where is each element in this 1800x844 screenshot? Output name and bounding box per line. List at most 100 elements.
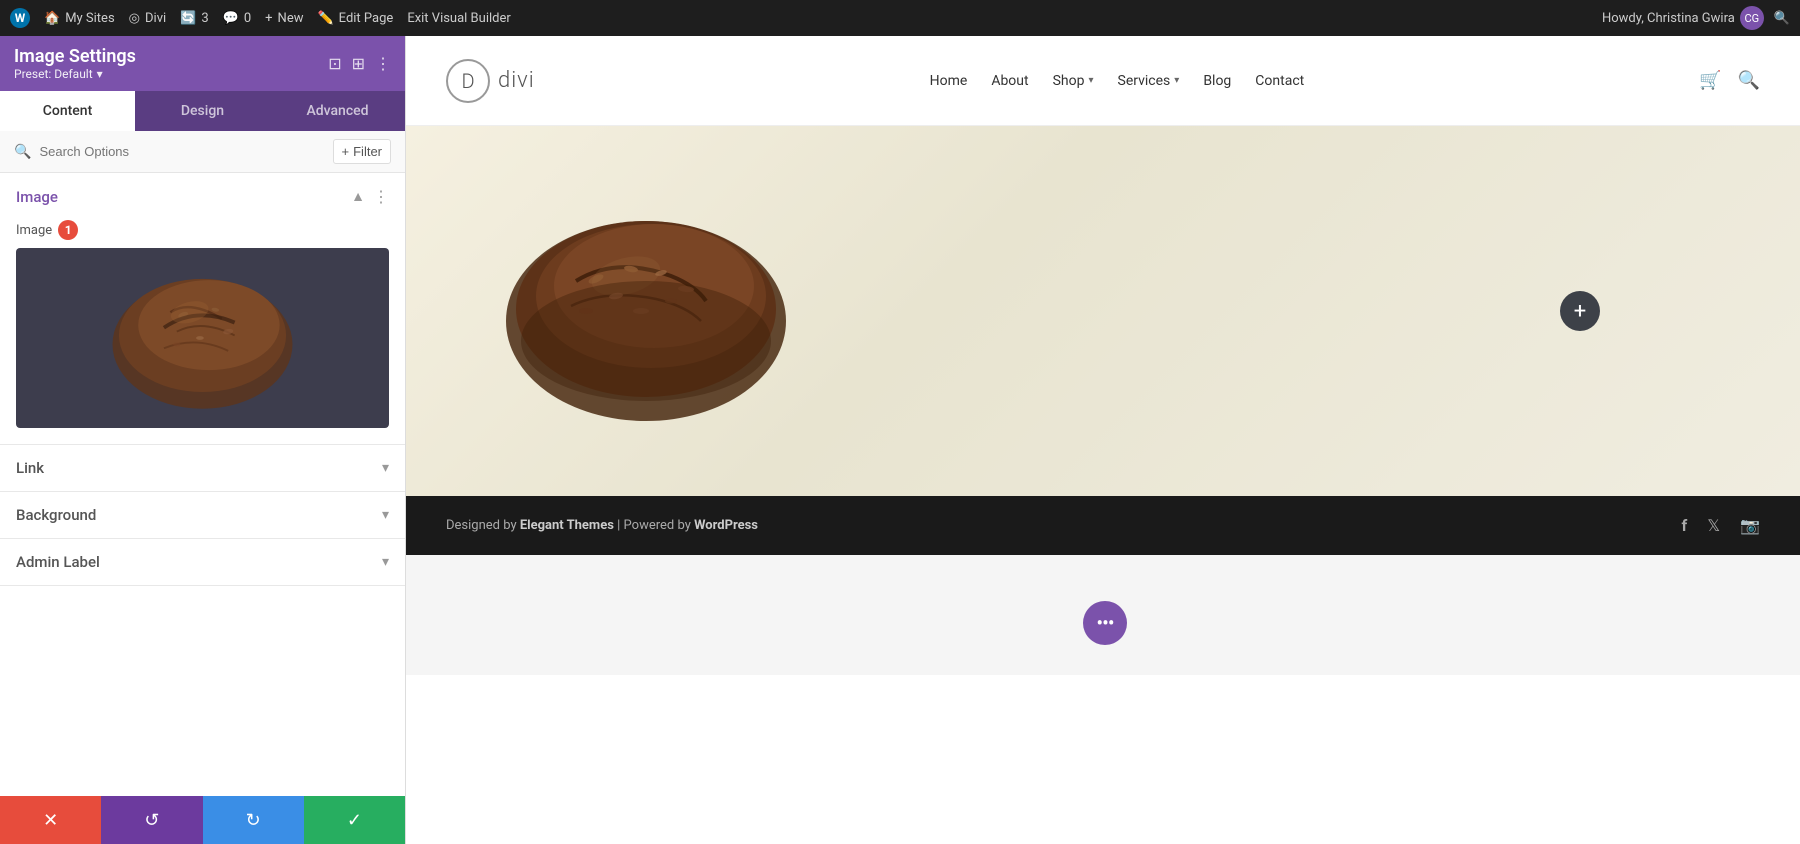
cancel-icon: ✕: [43, 810, 58, 831]
filter-label: Filter: [353, 144, 382, 159]
nav-utility-icons: 🛒 🔍: [1699, 70, 1760, 91]
refresh-btn[interactable]: 🔄 3: [180, 11, 209, 26]
panel-header: Image Settings Preset: Default ▾ ⊡ ⊞ ⋮: [0, 36, 405, 91]
below-footer-area: •••: [406, 555, 1800, 675]
tab-design-label: Design: [181, 103, 224, 119]
edit-page-btn[interactable]: ✏️ Edit Page: [317, 11, 393, 26]
redo-button[interactable]: ↻: [203, 796, 304, 844]
footer-credit: Designed by Elegant Themes | Powered by …: [446, 518, 758, 533]
nav-services-label: Services: [1118, 73, 1171, 89]
filter-button[interactable]: + Filter: [333, 139, 391, 164]
site-preview: D divi Home About Shop ▾ Services ▾: [406, 36, 1800, 844]
admin-label-section-header[interactable]: Admin Label ▾: [0, 539, 405, 585]
more-options-icon[interactable]: ⋮: [375, 54, 391, 73]
minimize-icon[interactable]: ⊡: [328, 54, 341, 73]
nav-item-contact[interactable]: Contact: [1255, 73, 1304, 89]
image-label-text: Image: [16, 223, 52, 238]
avatar: CG: [1740, 6, 1764, 30]
shop-dropdown-icon: ▾: [1088, 75, 1093, 86]
site-logo[interactable]: D divi: [446, 59, 535, 103]
new-btn[interactable]: + New: [265, 11, 303, 26]
nav-home-label: Home: [930, 73, 968, 89]
link-section-title: Link: [16, 459, 44, 477]
admin-label-chevron-icon: ▾: [382, 554, 389, 570]
image-section-header[interactable]: Image ▲ ⋮: [0, 173, 405, 220]
refresh-count: 3: [201, 11, 208, 26]
image-upload-area: Image 1: [0, 220, 405, 444]
tab-content-label: Content: [43, 103, 93, 119]
footer-wordpress: WordPress: [694, 518, 758, 533]
image-section-menu-icon[interactable]: ⋮: [373, 187, 389, 206]
tab-advanced-label: Advanced: [306, 103, 368, 119]
new-label: New: [278, 11, 304, 26]
comments-icon: 💬: [223, 11, 239, 26]
panel-content: Image ▲ ⋮ Image 1: [0, 173, 405, 796]
admin-label-section: Admin Label ▾: [0, 539, 405, 586]
tab-content[interactable]: Content: [0, 91, 135, 131]
footer-elegant-themes: Elegant Themes: [520, 518, 614, 533]
expand-icon[interactable]: ⊞: [352, 54, 365, 73]
background-section-header[interactable]: Background ▾: [0, 492, 405, 538]
refresh-icon: 🔄: [180, 11, 196, 26]
panel-preset[interactable]: Preset: Default ▾: [14, 67, 136, 81]
filter-plus-icon: +: [342, 144, 350, 159]
nav-item-home[interactable]: Home: [930, 73, 968, 89]
link-section-header[interactable]: Link ▾: [0, 445, 405, 491]
settings-tabs: Content Design Advanced: [0, 91, 405, 131]
cancel-button[interactable]: ✕: [0, 796, 101, 844]
tab-design[interactable]: Design: [135, 91, 270, 131]
divi-btn[interactable]: ◎ Divi: [129, 11, 167, 26]
nav-item-blog[interactable]: Blog: [1203, 73, 1231, 89]
comments-btn[interactable]: 💬 0: [223, 11, 252, 26]
tab-advanced[interactable]: Advanced: [270, 91, 405, 131]
comments-count: 0: [244, 11, 251, 26]
module-options-button[interactable]: •••: [1083, 601, 1127, 645]
search-options-input[interactable]: [39, 144, 324, 159]
background-section: Background ▾: [0, 492, 405, 539]
preset-label: Preset: Default: [14, 67, 93, 81]
action-bar: ✕ ↺ ↻ ✓: [0, 796, 405, 844]
nav-item-services[interactable]: Services ▾: [1118, 73, 1180, 89]
nav-item-about[interactable]: About: [991, 73, 1028, 89]
instagram-icon[interactable]: 📷: [1740, 516, 1760, 535]
undo-icon: ↺: [144, 810, 159, 831]
bread-preview-image: [16, 248, 389, 428]
logo-name: divi: [498, 68, 535, 93]
add-content-button[interactable]: +: [1560, 291, 1600, 331]
nav-item-shop[interactable]: Shop ▾: [1053, 73, 1094, 89]
image-chevron-up-icon: ▲: [351, 188, 365, 205]
wp-admin-bar: W 🏠 My Sites ◎ Divi 🔄 3 💬 0 + New ✏️ Edi…: [0, 0, 1800, 36]
footer-prefix: Designed by: [446, 518, 517, 533]
footer-social-icons: f 𝕏 📷: [1681, 516, 1760, 535]
my-sites-label: My Sites: [65, 11, 114, 26]
save-button[interactable]: ✓: [304, 796, 405, 844]
logo-circle: D: [446, 59, 490, 103]
redo-icon: ↻: [246, 810, 261, 831]
site-footer: Designed by Elegant Themes | Powered by …: [406, 496, 1800, 555]
my-sites-btn[interactable]: 🏠 My Sites: [44, 11, 115, 26]
sites-icon: 🏠: [44, 11, 60, 26]
edit-page-label: Edit Page: [339, 11, 394, 26]
greeting-text: Howdy, Christina Gwira: [1602, 11, 1735, 26]
admin-search-btn[interactable]: 🔍: [1774, 11, 1790, 26]
image-settings-panel: Image Settings Preset: Default ▾ ⊡ ⊞ ⋮ C…: [0, 36, 406, 844]
wp-logo-btn[interactable]: W: [10, 8, 30, 28]
site-menu: Home About Shop ▾ Services ▾ Blog Contac: [930, 73, 1305, 89]
exit-builder-label: Exit Visual Builder: [407, 11, 510, 26]
nav-blog-label: Blog: [1203, 73, 1231, 89]
undo-button[interactable]: ↺: [101, 796, 202, 844]
image-field-label: Image 1: [16, 220, 389, 240]
exit-builder-btn[interactable]: Exit Visual Builder: [407, 11, 510, 26]
search-nav-icon[interactable]: 🔍: [1738, 70, 1760, 91]
divi-icon: ◎: [129, 11, 140, 26]
logo-letter: D: [461, 69, 474, 93]
twitter-icon[interactable]: 𝕏: [1707, 516, 1720, 535]
cart-icon[interactable]: 🛒: [1699, 70, 1721, 91]
image-preview[interactable]: [16, 248, 389, 428]
user-greeting[interactable]: Howdy, Christina Gwira CG: [1602, 6, 1764, 30]
image-section-title: Image: [16, 188, 58, 206]
link-section: Link ▾: [0, 445, 405, 492]
nav-about-label: About: [991, 73, 1028, 89]
facebook-icon[interactable]: f: [1681, 516, 1687, 535]
hero-bread-image: [486, 171, 806, 451]
